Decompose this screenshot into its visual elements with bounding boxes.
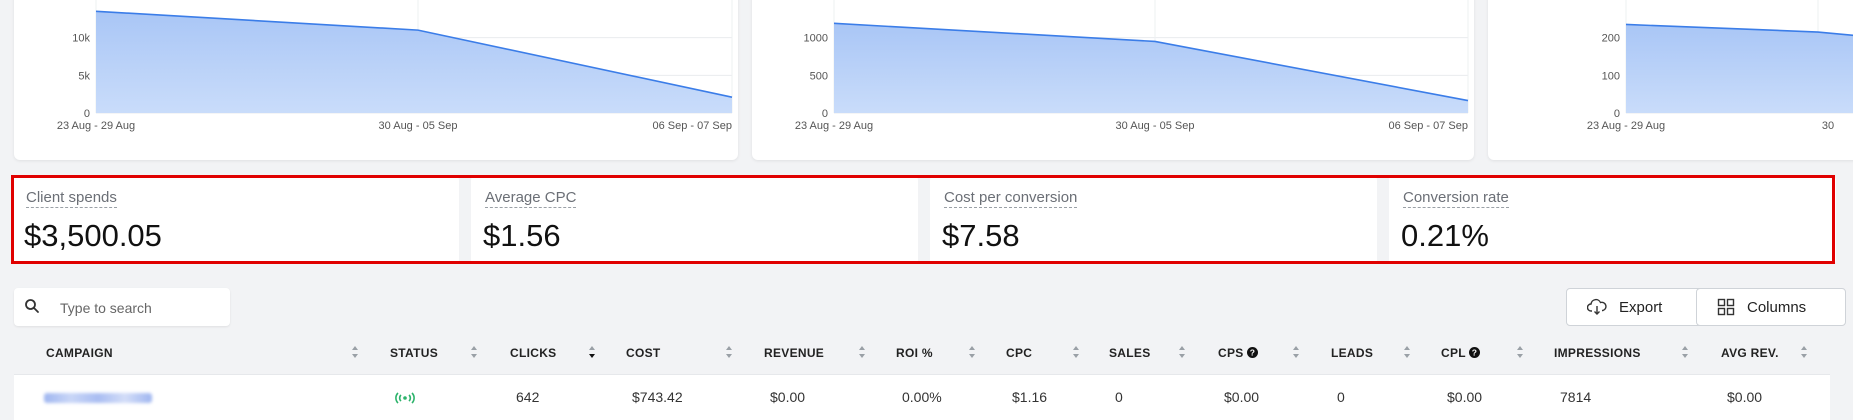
col-sales[interactable]: SALES [1109,346,1151,360]
chart-1: 0 5k 10k 23 Aug - 29 Aug 30 Aug - 05 Sep 06 S… [57,0,733,132]
sort-icon[interactable] [470,345,478,359]
chart-card-2: 0 500 1000 23 Aug - 29 Aug 30 Aug - 05 Sep 06… [752,0,1474,160]
kpi-label[interactable]: Cost per conversion [944,189,1078,208]
kpi-row: Client spends $3,500.05 Average CPC $1.5… [12,176,1836,264]
sort-icon[interactable] [725,345,733,359]
broadcast-active-icon [395,392,415,404]
kpi-client-spends: Client spends $3,500.05 [12,176,459,264]
search-input[interactable] [58,297,222,319]
series-area [834,23,1468,113]
kpi-value: 0.21% [1401,218,1489,253]
x-tick-label: 23 Aug - 29 Aug [57,120,135,132]
kpi-cost-per-conversion: Cost per conversion $7.58 [930,176,1377,264]
cell-avg-rev: $0.00 [1727,389,1763,405]
columns-label: Columns [1747,298,1807,316]
sort-icon[interactable] [968,345,976,359]
cell-roi: 0.00% [902,389,942,405]
sort-icon[interactable] [351,345,359,359]
chart-card-3: 0 100 200 23 Aug - 29 Aug 30 [1488,0,1853,160]
sort-icon[interactable] [1072,345,1080,359]
campaign-name-redacted[interactable] [44,393,152,403]
chart-2: 0 500 1000 23 Aug - 29 Aug 30 Aug - 05 Sep 06… [795,0,1469,132]
kpi-label[interactable]: Client spends [26,189,117,208]
chart-3: 0 100 200 23 Aug - 29 Aug 30 [1587,0,1853,132]
kpi-label[interactable]: Conversion rate [1403,189,1509,208]
series-area [1626,24,1853,113]
cell-impressions: 7814 [1560,389,1592,405]
col-avg-rev[interactable]: AVG REV. [1721,346,1779,360]
x-tick-label: 06 Sep - 07 Sep [652,120,732,132]
columns-button[interactable]: Columns [1696,288,1846,326]
sort-icon[interactable] [1516,345,1524,359]
kpi-average-cpc: Average CPC $1.56 [471,176,918,264]
kpi-value: $1.56 [483,218,561,253]
x-tick-label: 06 Sep - 07 Sep [1388,120,1468,132]
table-row[interactable]: 642 $743.42 $0.00 0.00% $1.16 0 $0.00 0 … [14,374,1830,420]
x-tick-label: 23 Aug - 29 Aug [795,120,873,132]
y-tick-label: 10k [72,33,90,45]
col-leads[interactable]: LEADS [1331,346,1373,360]
col-cost[interactable]: COST [626,346,661,360]
x-tick-label: 23 Aug - 29 Aug [1587,120,1665,132]
cell-cpl: $0.00 [1447,389,1483,405]
sort-icon[interactable] [1681,345,1689,359]
search-icon [25,299,39,313]
y-tick-label: 0 [822,108,828,120]
y-tick-label: 0 [1614,108,1620,120]
x-tick-label: 30 Aug - 05 Sep [1116,120,1195,132]
y-tick-label: 500 [810,70,828,82]
col-cpl[interactable]: CPL ? [1441,346,1481,360]
kpi-label[interactable]: Average CPC [485,189,577,208]
sort-desc-icon[interactable] [588,345,596,359]
sort-icon[interactable] [1292,345,1300,359]
col-cpl-label: CPL [1441,346,1466,360]
cell-cpc: $1.16 [1012,389,1048,405]
table-header: CAMPAIGN STATUS CLICKS COST REVENUE ROI … [14,342,1824,368]
cell-clicks: 642 [516,389,540,405]
cell-cost: $743.42 [632,389,683,405]
col-impressions[interactable]: IMPRESSIONS [1554,346,1641,360]
help-icon[interactable]: ? [1247,347,1259,358]
kpi-value: $7.58 [942,218,1020,253]
cloud-download-icon [1587,298,1607,315]
kpi-conversion-rate: Conversion rate 0.21% [1389,176,1836,264]
y-tick-label: 200 [1602,33,1620,45]
series-area [96,11,732,113]
col-roi[interactable]: ROI % [896,346,933,360]
y-tick-label: 5k [78,70,90,82]
search-box[interactable] [14,288,230,326]
cell-leads: 0 [1337,389,1345,405]
export-label: Export [1619,298,1663,316]
sort-icon[interactable] [1800,345,1808,359]
sort-icon[interactable] [1178,345,1186,359]
col-cps-label: CPS [1218,346,1244,360]
help-icon[interactable]: ? [1469,347,1481,358]
col-campaign[interactable]: CAMPAIGN [46,346,113,360]
sort-icon[interactable] [858,345,866,359]
x-tick-label: 30 Aug - 05 Sep [379,120,458,132]
svg-text:?: ? [1250,348,1256,358]
col-cps[interactable]: CPS ? [1218,346,1259,360]
grid-columns-icon [1717,298,1735,316]
cell-revenue: $0.00 [770,389,806,405]
y-tick-label: 100 [1602,70,1620,82]
col-clicks[interactable]: CLICKS [510,346,556,360]
x-tick-label: 30 [1822,120,1834,132]
col-revenue[interactable]: REVENUE [764,346,824,360]
col-cpc[interactable]: CPC [1006,346,1032,360]
cell-sales: 0 [1115,389,1123,405]
y-tick-label: 0 [84,108,90,120]
sort-icon[interactable] [1403,345,1411,359]
svg-text:?: ? [1472,348,1478,358]
chart-card-1: 0 5k 10k 23 Aug - 29 Aug 30 Aug - 05 Sep 06 S… [14,0,738,160]
col-status[interactable]: STATUS [390,346,438,360]
y-tick-label: 1000 [804,33,828,45]
kpi-value: $3,500.05 [24,218,162,253]
cell-cps: $0.00 [1224,389,1260,405]
